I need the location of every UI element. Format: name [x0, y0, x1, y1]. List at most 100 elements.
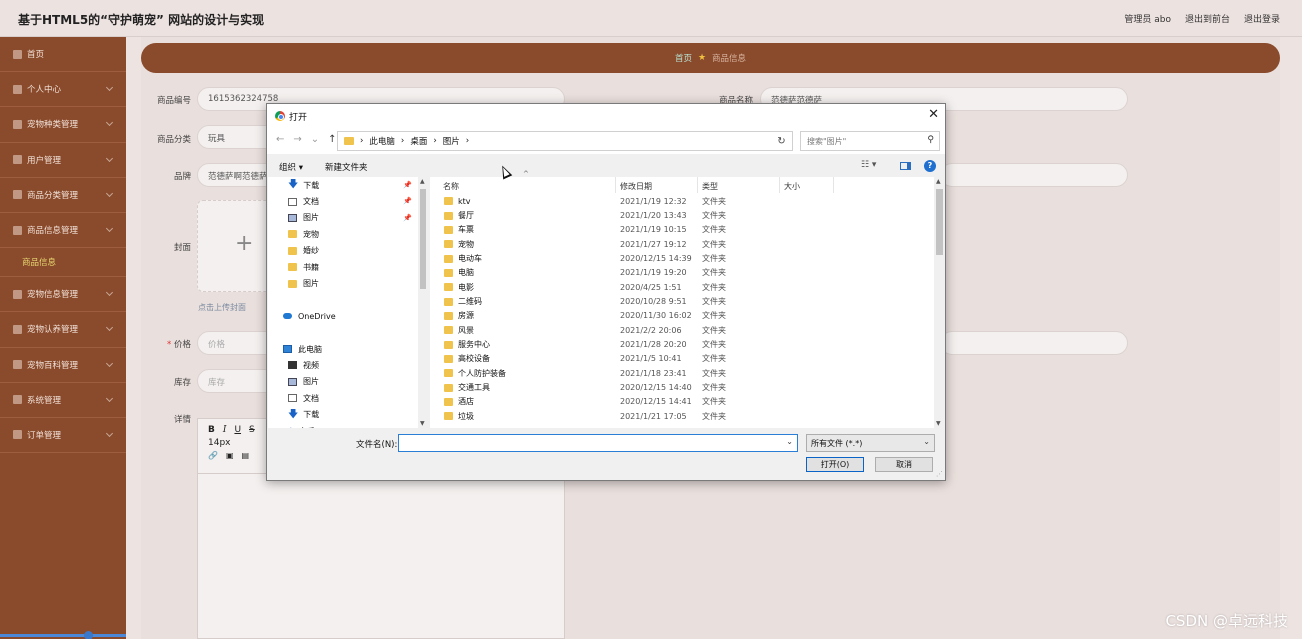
nav-item[interactable]: 🡇 下载 📌	[268, 177, 418, 193]
back-arrow-icon[interactable]: ←	[276, 134, 284, 145]
navigation-scrollbar[interactable]: ▲ ▼	[418, 177, 428, 428]
nav-item[interactable]: 图片	[268, 374, 418, 390]
nav-item[interactable]: 此电脑	[268, 341, 418, 357]
nav-item[interactable]: 文档	[268, 390, 418, 406]
right-field-2[interactable]	[940, 331, 1128, 355]
underline-icon[interactable]: U	[234, 425, 241, 435]
bold-icon[interactable]: B	[208, 425, 215, 435]
nav-item[interactable]: OneDrive	[268, 308, 418, 324]
brand-label: 品牌	[173, 172, 191, 182]
price-label: * 价格	[167, 340, 191, 350]
file-row[interactable]: 电影 2020/4/25 1:51 文件夹	[430, 280, 934, 294]
file-row[interactable]: ktv 2021/1/19 12:32 文件夹	[430, 194, 934, 208]
file-row[interactable]: 高校设备 2021/1/5 10:41 文件夹	[430, 352, 934, 366]
sidebar-item[interactable]: 宠物种类管理	[0, 107, 126, 143]
new-folder-button[interactable]: 新建文件夹	[325, 161, 368, 173]
sidebar-item[interactable]: 个人中心	[0, 72, 126, 108]
sidebar-item[interactable]: 商品信息管理	[0, 213, 126, 249]
refresh-icon[interactable]: ↻	[771, 131, 793, 151]
video-icon	[288, 361, 297, 370]
column-date[interactable]: 修改日期	[616, 177, 698, 193]
forward-arrow-icon[interactable]: →	[293, 134, 301, 145]
file-row[interactable]: 餐厅 2021/1/20 13:43 文件夹	[430, 208, 934, 222]
chevron-down-icon	[105, 224, 114, 232]
right-field-1[interactable]	[940, 163, 1128, 187]
address-segment[interactable]: 桌面	[410, 135, 427, 147]
file-row[interactable]: 车票 2021/1/19 10:15 文件夹	[430, 223, 934, 237]
nav-item[interactable]: 🡇 下载	[268, 406, 418, 422]
back-to-front-link[interactable]: 退出到前台	[1185, 12, 1230, 25]
address-bar[interactable]: › 此电脑 › 桌面 › 图片 › ⌄	[337, 131, 793, 151]
help-icon[interactable]: ?	[924, 160, 936, 172]
filetype-select[interactable]: 所有文件 (*.*) ⌄	[806, 434, 935, 452]
address-segment[interactable]: 此电脑	[369, 135, 395, 147]
file-date: 2021/1/19 19:20	[620, 268, 687, 278]
folder-icon	[444, 369, 453, 378]
sidebar-item[interactable]: 宠物认养管理	[0, 312, 126, 348]
nav-item[interactable]: 婚纱	[268, 243, 418, 259]
view-options-icon[interactable]: ☷ ▾	[861, 160, 876, 170]
cancel-button[interactable]: 取消	[875, 457, 933, 472]
menu-icon	[13, 190, 22, 200]
sidebar-item[interactable]: 首页	[0, 37, 126, 73]
file-row[interactable]: 房源 2020/11/30 16:02 文件夹	[430, 309, 934, 323]
sidebar-item[interactable]: 订单管理	[0, 418, 126, 454]
italic-icon[interactable]: I	[223, 425, 227, 435]
file-row[interactable]: 电动车 2020/12/15 14:39 文件夹	[430, 251, 934, 265]
sidebar-item-label: 宠物信息管理	[27, 290, 79, 301]
file-row[interactable]: 电脑 2021/1/19 19:20 文件夹	[430, 266, 934, 280]
file-row[interactable]: 垃圾 2021/1/21 17:05 文件夹	[430, 409, 934, 423]
preview-pane-icon[interactable]	[900, 162, 911, 170]
file-name: 二维码	[458, 297, 482, 307]
file-row[interactable]: 风景 2021/2/2 20:06 文件夹	[430, 323, 934, 337]
sidebar-subitem[interactable]: 商品信息	[0, 248, 126, 278]
column-type[interactable]: 类型	[698, 177, 780, 193]
nav-item[interactable]: 文档 📌	[268, 193, 418, 209]
horizontal-scrollbar[interactable]	[0, 631, 126, 639]
organize-button[interactable]: 组织 ▾	[279, 161, 303, 173]
chevron-down-icon[interactable]: ⌄	[786, 437, 793, 446]
sidebar-item[interactable]: 宠物信息管理	[0, 277, 126, 313]
file-row[interactable]: 酒店 2020/12/15 14:41 文件夹	[430, 395, 934, 409]
address-segment[interactable]: 图片	[443, 135, 460, 147]
file-row[interactable]: 二维码 2020/10/28 9:51 文件夹	[430, 294, 934, 308]
menu-icon	[13, 155, 22, 165]
breadcrumb-home[interactable]: 首页	[675, 52, 692, 64]
chevron-down-icon	[105, 119, 114, 127]
column-name[interactable]: 名称	[430, 177, 616, 193]
search-input[interactable]: 搜索"图片" ⚲	[800, 131, 940, 151]
nav-item[interactable]: 图片 📌	[268, 210, 418, 226]
strike-icon[interactable]: S	[249, 425, 255, 435]
nav-item[interactable]: 宠物	[268, 226, 418, 242]
file-row[interactable]: 服务中心 2021/1/28 20:20 文件夹	[430, 337, 934, 351]
sidebar-item[interactable]: 系统管理	[0, 383, 126, 418]
file-row[interactable]: 个人防护装备 2021/1/18 23:41 文件夹	[430, 366, 934, 380]
open-button[interactable]: 打开(O)	[806, 457, 864, 472]
column-size[interactable]: 大小	[780, 177, 834, 193]
navigation-pane: 🡇下载📌文档📌图片📌宠物婚纱书籍图片OneDrive此电脑视频图片文档🡇下载♪音…	[268, 177, 418, 428]
nav-item[interactable]: 视频	[268, 357, 418, 373]
sidebar-item[interactable]: 宠物百科管理	[0, 348, 126, 383]
sidebar-item[interactable]: 用户管理	[0, 143, 126, 178]
nav-item[interactable]: ♪ 音乐	[268, 423, 418, 428]
font-size-select[interactable]: 14px	[208, 438, 231, 448]
close-icon[interactable]: ✕	[928, 107, 939, 122]
file-row[interactable]: 宠物 2021/1/27 19:12 文件夹	[430, 237, 934, 251]
recent-chevron-icon[interactable]: ⌄	[311, 134, 319, 145]
sidebar-item[interactable]: 商品分类管理	[0, 178, 126, 213]
video-icon[interactable]: ▤	[242, 451, 250, 460]
filename-input[interactable]: ⌄	[398, 434, 798, 452]
nav-item[interactable]: 书籍	[268, 259, 418, 275]
chevron-down-icon	[105, 429, 114, 437]
image-icon[interactable]: ▣	[226, 451, 234, 460]
file-list-scrollbar[interactable]: ▲ ▼	[934, 177, 945, 428]
file-row[interactable]: 交通工具 2020/12/15 14:40 文件夹	[430, 380, 934, 394]
nav-item-label: 书籍	[303, 262, 319, 272]
link-icon[interactable]: 🔗	[208, 451, 218, 460]
resize-grip-icon[interactable]: ⋰	[936, 470, 943, 478]
logout-link[interactable]: 退出登录	[1244, 12, 1280, 25]
nav-item-label: 图片	[303, 213, 319, 223]
nav-item-label: 图片	[303, 377, 319, 387]
up-arrow-icon[interactable]: ↑	[328, 134, 336, 145]
nav-item[interactable]: 图片	[268, 275, 418, 291]
